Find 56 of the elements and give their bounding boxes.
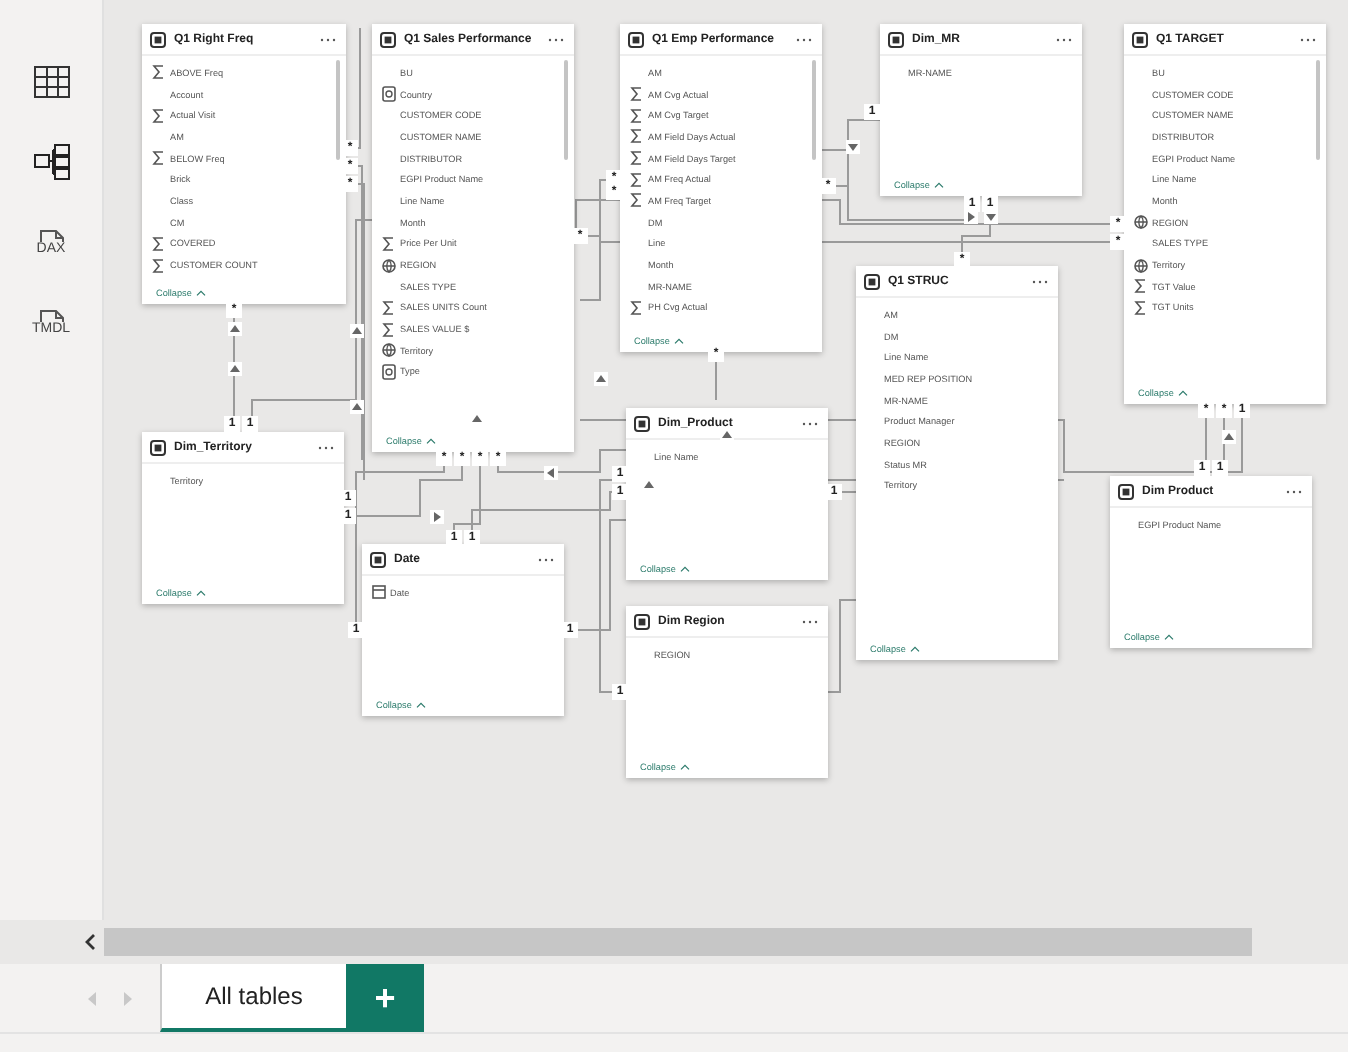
table-icon (628, 31, 644, 47)
table-icon (380, 31, 396, 47)
scrollbar-thumb[interactable] (812, 60, 816, 160)
chevron-up-icon (933, 182, 944, 188)
filter-direction-icon (470, 412, 484, 426)
scroll-left-icon[interactable] (84, 934, 96, 950)
sigma-icon (152, 150, 166, 167)
scrollbar-thumb[interactable] (1316, 60, 1320, 160)
sigma-icon (382, 235, 396, 252)
chevron-up-icon (673, 338, 684, 344)
tab[interactable]: All tables (160, 964, 346, 1032)
table-icon (150, 439, 166, 455)
chevron-up-icon (1163, 634, 1174, 640)
sigma-icon (630, 299, 644, 316)
filter-direction-icon (544, 466, 558, 480)
scrollbar-thumb[interactable] (104, 928, 1252, 956)
table-icon (888, 31, 904, 47)
model-view-icon[interactable] (33, 144, 69, 180)
chevron-up-icon (415, 702, 426, 708)
globe-icon (382, 257, 396, 274)
globe-icon (1134, 214, 1148, 231)
scrollbar-thumb[interactable] (336, 60, 340, 160)
chevron-up-icon (425, 438, 436, 444)
chevron-up-icon (195, 590, 206, 596)
table-view-icon[interactable] (33, 66, 69, 98)
globe-icon (382, 342, 396, 359)
filter-direction-icon (594, 372, 608, 386)
filter-direction-icon (350, 400, 364, 414)
add-button[interactable]: + (346, 964, 424, 1032)
table-icon (1132, 31, 1148, 47)
filter-direction-icon (228, 322, 242, 336)
chevron-up-icon (679, 566, 690, 572)
filter-direction-icon (228, 362, 242, 376)
chevron-up-icon (909, 646, 920, 652)
filter-direction-icon (642, 478, 656, 492)
table-icon (150, 31, 166, 47)
table-icon (634, 613, 650, 629)
chevron-up-icon (1177, 390, 1188, 396)
filter-direction-icon (350, 324, 364, 338)
sigma-icon (152, 107, 166, 124)
category-icon (382, 363, 396, 380)
calendar-icon (372, 584, 386, 601)
sigma-icon (152, 64, 166, 81)
filter-direction-icon (720, 428, 734, 442)
filter-direction-icon (430, 510, 444, 524)
filter-direction-icon (1222, 430, 1236, 444)
chevron-up-icon (679, 764, 690, 770)
table-icon (1118, 483, 1134, 499)
scrollbar-thumb[interactable] (564, 60, 568, 160)
category-icon (382, 86, 396, 103)
filter-direction-icon (846, 140, 860, 154)
table-icon (370, 551, 386, 567)
globe-icon (1134, 257, 1148, 274)
table-icon (864, 273, 880, 289)
chevron-up-icon (195, 290, 206, 296)
table-icon (634, 415, 650, 431)
